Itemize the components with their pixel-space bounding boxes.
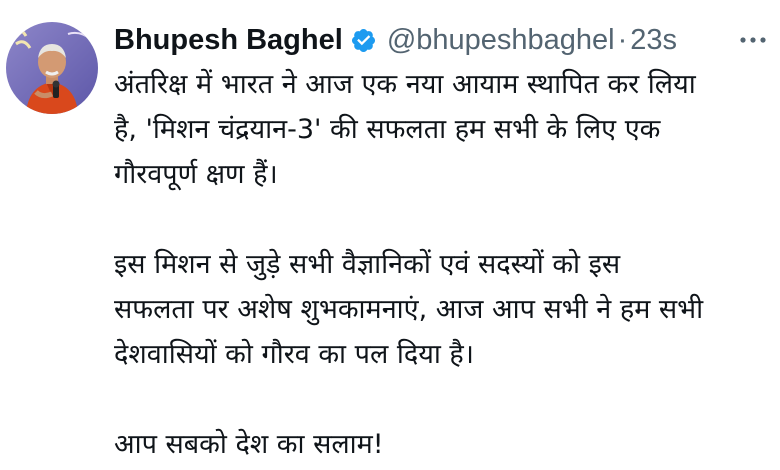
separator-dot: · [617, 23, 628, 56]
avatar-image [6, 22, 98, 114]
more-options-button[interactable] [738, 28, 768, 52]
tweet-timestamp[interactable]: 23s [630, 24, 677, 57]
tweet-text-line: देशवासियों को गौरव का पल दिया है। [114, 339, 474, 370]
tweet-text-line: गौरवपूर्ण क्षण हैं। [114, 159, 278, 190]
tweet-header: Bhupesh Baghel @bhupeshbaghel · 23s [114, 20, 677, 60]
tweet-text-line: आप सबको देश का सलाम! [114, 429, 384, 460]
tweet-text: अंतरिक्ष में भारत ने आज एक नया आयाम स्था… [114, 62, 774, 467]
verified-badge-icon [350, 27, 377, 54]
tweet-text-line: इस मिशन से जुड़े सभी वैज्ञानिकों एवं सदस… [114, 249, 621, 280]
tweet-text-line: सफलता पर अशेष शुभकामनाएं, आज आप सभी ने ह… [114, 294, 704, 325]
author-handle[interactable]: @bhupeshbaghel [387, 24, 615, 57]
tweet[interactable]: Bhupesh Baghel @bhupeshbaghel · 23s अंतर… [0, 0, 780, 470]
tweet-text-line: है, 'मिशन चंद्रयान-3' की सफलता हम सभी के… [114, 114, 661, 145]
tweet-text-line: अंतरिक्ष में भारत ने आज एक नया आयाम स्था… [114, 69, 696, 100]
author-name[interactable]: Bhupesh Baghel [114, 24, 343, 57]
avatar[interactable] [6, 22, 98, 114]
ellipsis-icon [740, 37, 766, 43]
